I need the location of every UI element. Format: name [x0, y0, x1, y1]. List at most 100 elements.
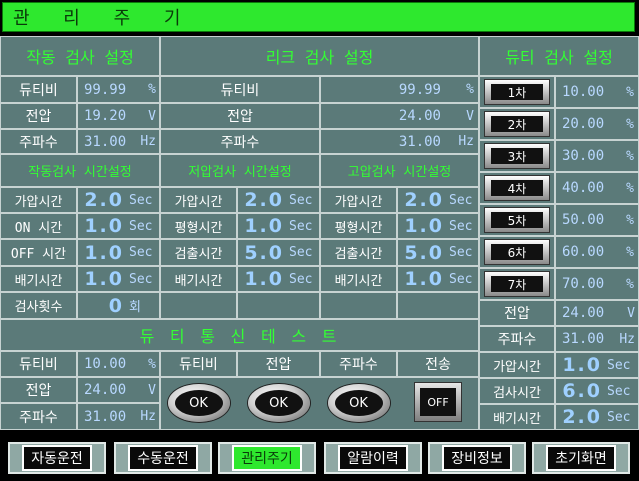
action-time-value[interactable]: 1.0: [77, 239, 127, 266]
duty-step-unit: %: [617, 236, 639, 268]
action-setting-value[interactable]: 31.00: [77, 129, 137, 154]
duty-step-button[interactable]: 6차: [484, 239, 550, 265]
action-time-value[interactable]: 1.0: [77, 213, 127, 239]
low-pressure-time-label: 검출시간: [160, 239, 237, 266]
bottom-nav: 자동운전 수동운전 관리주기 알람이력 장비정보 초기화면: [0, 436, 639, 481]
comm-send-toggle[interactable]: OFF: [414, 382, 462, 422]
comm-col-header-duty: 듀티비: [160, 351, 237, 377]
comm-duty-ok-button[interactable]: OK: [167, 384, 230, 422]
low-pressure-time-value[interactable]: 1.0: [237, 213, 287, 239]
low-pressure-time-value[interactable]: 1.0: [237, 266, 287, 292]
duty-time-value[interactable]: 2.0: [555, 404, 605, 430]
high-pressure-time-unit: Sec: [447, 187, 479, 213]
action-time-label: OFF 시간: [0, 239, 77, 266]
leak-setting-unit: V: [455, 103, 479, 129]
duty-step-button-label: 3차: [491, 148, 543, 164]
duty-step-button[interactable]: 5차: [484, 207, 550, 233]
low-pressure-time-value[interactable]: 5.0: [237, 239, 287, 266]
duty-step-value[interactable]: 50.00: [555, 204, 617, 236]
action-setting-value[interactable]: 19.20: [77, 103, 137, 129]
duty-step-unit: %: [617, 140, 639, 172]
comm-test-value[interactable]: 31.00: [77, 403, 137, 430]
duty-setting-unit: V: [617, 300, 639, 326]
comm-test-value[interactable]: 10.00: [77, 351, 137, 377]
duty-step-button[interactable]: 4차: [484, 175, 550, 201]
nav-button-3[interactable]: 알람이력: [324, 442, 422, 474]
duty-setting-unit: Hz: [617, 326, 639, 352]
duty-step-button-label: 2차: [491, 116, 543, 132]
duty-step-button-label: 1차: [491, 84, 543, 100]
duty-setting-value[interactable]: 31.00: [555, 326, 617, 352]
nav-button-4[interactable]: 장비정보: [428, 442, 526, 474]
high-pressure-time-value[interactable]: 5.0: [397, 239, 447, 266]
leak-setting-unit: Hz: [455, 129, 479, 154]
nav-button-0[interactable]: 자동운전: [8, 442, 106, 474]
header-high-pressure-time: 고압검사 시간설정: [320, 154, 479, 187]
action-setting-label: 전압: [0, 103, 77, 129]
duty-step-value[interactable]: 20.00: [555, 108, 617, 140]
empty-cell: [237, 292, 320, 319]
action-setting-unit: Hz: [137, 129, 160, 154]
comm-col-header-voltage: 전압: [237, 351, 320, 377]
comm-frequency-ok-button[interactable]: OK: [327, 384, 390, 422]
high-pressure-time-value[interactable]: 1.0: [397, 266, 447, 292]
comm-voltage-ok-button[interactable]: OK: [247, 384, 310, 422]
duty-time-unit: Sec: [605, 378, 639, 404]
comm-col-header-frequency: 주파수: [320, 351, 397, 377]
duty-step-button[interactable]: 3차: [484, 143, 550, 169]
duty-step-value[interactable]: 40.00: [555, 172, 617, 204]
action-time-unit: Sec: [127, 266, 160, 292]
duty-time-value[interactable]: 1.0: [555, 352, 605, 378]
nav-button-label: 초기화면: [546, 445, 616, 471]
action-time-value[interactable]: 0: [77, 292, 127, 319]
duty-step-value[interactable]: 10.00: [555, 76, 617, 108]
leak-setting-value[interactable]: 31.00: [320, 129, 455, 154]
high-pressure-time-value[interactable]: 2.0: [397, 187, 447, 213]
high-pressure-time-unit: Sec: [447, 213, 479, 239]
header-duty-test: 듀티 검사 설정: [479, 36, 639, 76]
comm-test-value[interactable]: 24.00: [77, 377, 137, 403]
low-pressure-time-label: 평형시간: [160, 213, 237, 239]
duty-step-button-label: 5차: [491, 212, 543, 228]
high-pressure-time-unit: Sec: [447, 239, 479, 266]
leak-setting-value[interactable]: 99.99: [320, 76, 455, 103]
leak-setting-value[interactable]: 24.00: [320, 103, 455, 129]
ok-button-label: OK: [174, 390, 223, 416]
action-setting-value[interactable]: 99.99: [77, 76, 137, 103]
high-pressure-time-label: 배기시간: [320, 266, 397, 292]
leak-setting-unit: %: [455, 76, 479, 103]
action-time-value[interactable]: 2.0: [77, 187, 127, 213]
action-time-value[interactable]: 1.0: [77, 266, 127, 292]
nav-button-label: 장비정보: [442, 445, 512, 471]
comm-test-title: 듀 티 통 신 테 스 트: [0, 319, 479, 351]
low-pressure-time-value[interactable]: 2.0: [237, 187, 287, 213]
duty-step-button[interactable]: 7차: [484, 271, 550, 297]
leak-setting-label: 주파수: [160, 129, 320, 154]
duty-time-value[interactable]: 6.0: [555, 378, 605, 404]
nav-button-5[interactable]: 초기화면: [532, 442, 630, 474]
nav-button-1[interactable]: 수동운전: [114, 442, 212, 474]
duty-step-button[interactable]: 1차: [484, 79, 550, 105]
action-time-unit: Sec: [127, 239, 160, 266]
duty-step-value[interactable]: 70.00: [555, 268, 617, 300]
nav-button-2[interactable]: 관리주기: [218, 442, 316, 474]
duty-time-unit: Sec: [605, 352, 639, 378]
action-setting-unit: %: [137, 76, 160, 103]
comm-test-label: 듀티비: [0, 351, 77, 377]
high-pressure-time-value[interactable]: 1.0: [397, 213, 447, 239]
duty-setting-value[interactable]: 24.00: [555, 300, 617, 326]
duty-step-value[interactable]: 60.00: [555, 236, 617, 268]
duty-step-cell: 3차: [479, 140, 555, 172]
page-title: 관 리 주 기: [2, 2, 635, 32]
hmi-screen: 관 리 주 기 작동 검사 설정 리크 검사 설정 듀티 검사 설정 작동검사 …: [0, 0, 639, 481]
high-pressure-time-unit: Sec: [447, 266, 479, 292]
duty-step-cell: 1차: [479, 76, 555, 108]
low-pressure-time-label: 가압시간: [160, 187, 237, 213]
duty-step-value[interactable]: 30.00: [555, 140, 617, 172]
duty-step-button[interactable]: 2차: [484, 111, 550, 137]
action-setting-label: 주파수: [0, 129, 77, 154]
duty-setting-label: 주파수: [479, 326, 555, 352]
nav-button-label: 알람이력: [338, 445, 408, 471]
duty-step-unit: %: [617, 268, 639, 300]
comm-test-unit: %: [137, 351, 160, 377]
